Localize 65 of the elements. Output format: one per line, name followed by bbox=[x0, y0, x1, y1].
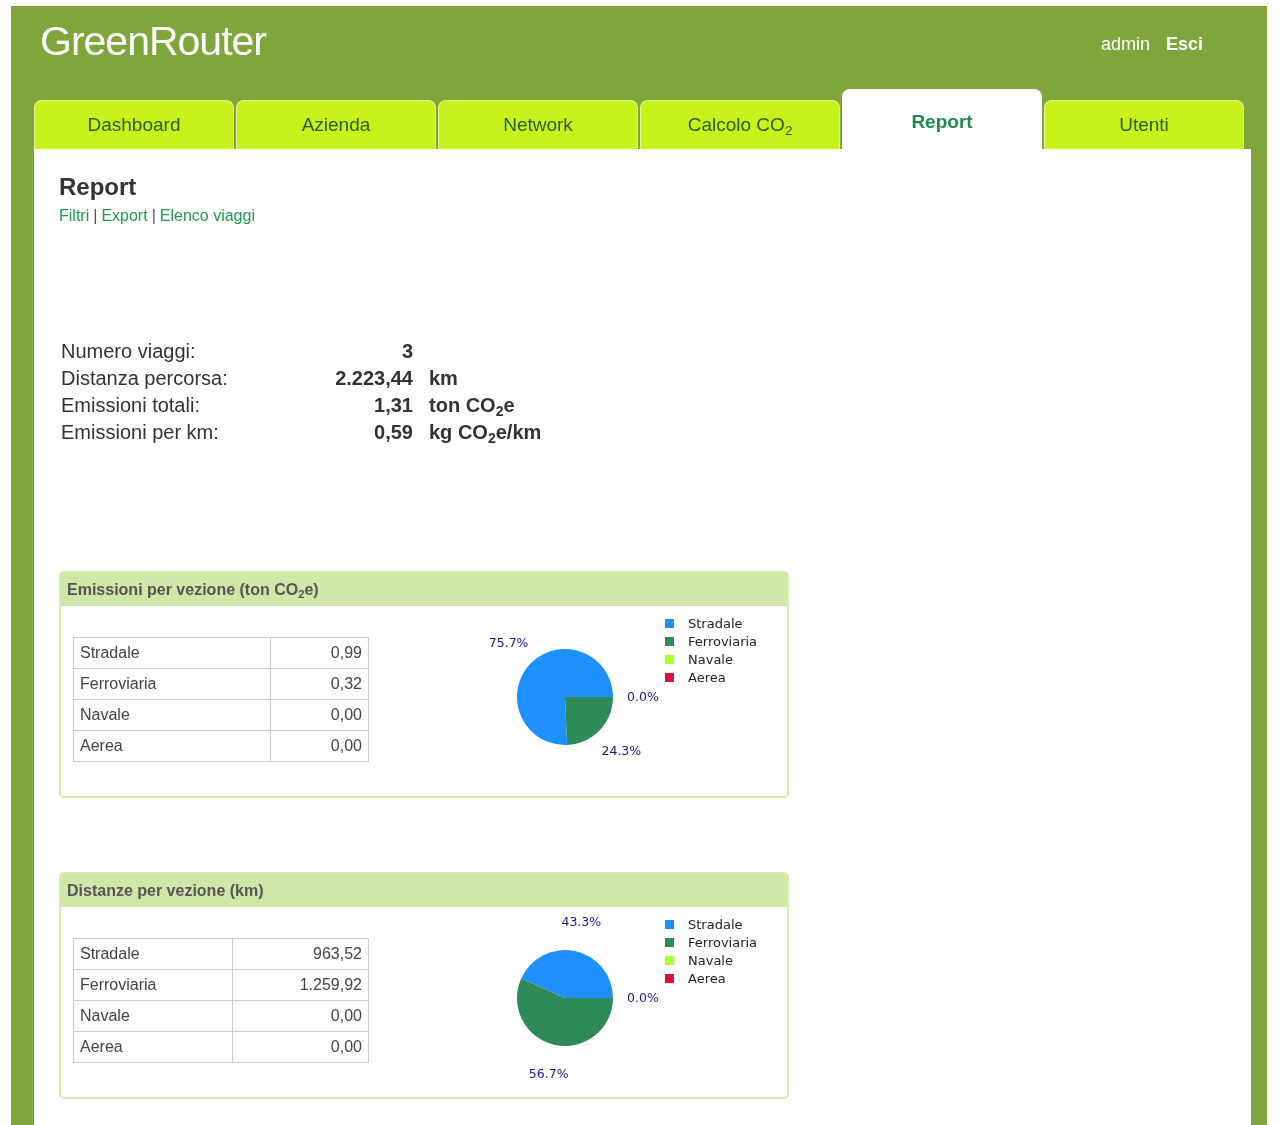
summary-value: 3 bbox=[400, 340, 413, 363]
nav-tab[interactable]: Calcolo CO$_{2}$ bbox=[640, 100, 840, 149]
table-cell: 963,52 bbox=[232, 938, 369, 970]
page-title: Report bbox=[59, 173, 138, 201]
legend-swatch bbox=[665, 619, 674, 628]
table-cell: Stradale bbox=[73, 637, 271, 669]
nav-tab[interactable]: Report bbox=[842, 89, 1042, 149]
summary-value: 2.223,44 bbox=[334, 367, 413, 390]
slice-label: 0.0% bbox=[627, 990, 659, 1005]
slice-label: 56.7% bbox=[528, 1066, 569, 1082]
legend-label: Navale bbox=[688, 652, 733, 667]
logo: GreenRouter bbox=[40, 18, 266, 65]
nav-link[interactable]: Elenco viaggi bbox=[159, 207, 255, 225]
link-separator: | bbox=[151, 207, 156, 225]
summary-value: 0,59 bbox=[373, 421, 413, 444]
legend-swatch bbox=[665, 938, 674, 947]
table-cell: 0,00 bbox=[270, 730, 369, 762]
table-cell: 0,32 bbox=[270, 668, 369, 700]
nav-tab[interactable]: Azienda bbox=[236, 100, 436, 149]
table-cell: 0,00 bbox=[232, 1000, 369, 1032]
nav-tab[interactable]: Network bbox=[438, 100, 638, 149]
table-cell: 1.259,92 bbox=[232, 969, 369, 1001]
summary-unit: ton CO$_{2}$e bbox=[429, 394, 516, 417]
slice-label: 43.3% bbox=[561, 914, 602, 929]
legend-label: Ferroviaria bbox=[688, 935, 758, 950]
table-cell: 0,99 bbox=[270, 637, 369, 669]
nav-link[interactable]: Filtri bbox=[59, 207, 90, 225]
link-separator: | bbox=[93, 207, 98, 225]
user-name: admin bbox=[1100, 34, 1150, 55]
summary-label: Numero viaggi: bbox=[61, 340, 197, 363]
nav-link[interactable]: Export bbox=[101, 207, 148, 225]
panel-title: Emissioni per vezione (ton CO$_{2}$e) bbox=[67, 580, 319, 599]
legend-label: Stradale bbox=[688, 917, 743, 932]
slice-label: 75.7% bbox=[488, 635, 529, 651]
summary-label: Emissioni totali: bbox=[61, 394, 201, 417]
summary-value: 1,31 bbox=[373, 394, 413, 417]
legend-label: Ferroviaria bbox=[688, 634, 758, 649]
legend-label: Aerea bbox=[688, 670, 726, 685]
legend-swatch bbox=[665, 637, 674, 646]
summary-label: Distanza percorsa: bbox=[61, 367, 229, 390]
legend-swatch bbox=[665, 974, 674, 983]
table-cell: Ferroviaria bbox=[73, 668, 271, 700]
legend-label: Stradale bbox=[688, 616, 743, 631]
legend-label: Navale bbox=[688, 953, 733, 968]
table-cell: Aerea bbox=[73, 1031, 233, 1063]
table-cell: Stradale bbox=[73, 938, 233, 970]
legend-label: Aerea bbox=[688, 971, 726, 986]
table-cell: Aerea bbox=[73, 730, 271, 762]
table-cell: Navale bbox=[73, 699, 271, 731]
nav-tab[interactable]: Dashboard bbox=[34, 100, 234, 149]
table-cell: Ferroviaria bbox=[73, 969, 233, 1001]
summary-unit: kg CO$_{2}$e/km bbox=[429, 421, 543, 444]
legend-swatch bbox=[665, 673, 674, 682]
table-cell: Navale bbox=[73, 1000, 233, 1032]
nav-tab[interactable]: Utenti bbox=[1044, 100, 1244, 149]
slice-label: 0.0% bbox=[627, 689, 659, 704]
table-cell: 0,00 bbox=[270, 699, 369, 731]
legend-swatch bbox=[665, 956, 674, 965]
panel-title: Distanze per vezione (km) bbox=[67, 881, 264, 900]
summary-label: Emissioni per km: bbox=[61, 421, 220, 444]
summary-unit: km bbox=[429, 367, 459, 390]
table-cell: 0,00 bbox=[232, 1031, 369, 1063]
legend-swatch bbox=[665, 655, 674, 664]
slice-label: 24.3% bbox=[601, 742, 642, 758]
legend-swatch bbox=[665, 920, 674, 929]
